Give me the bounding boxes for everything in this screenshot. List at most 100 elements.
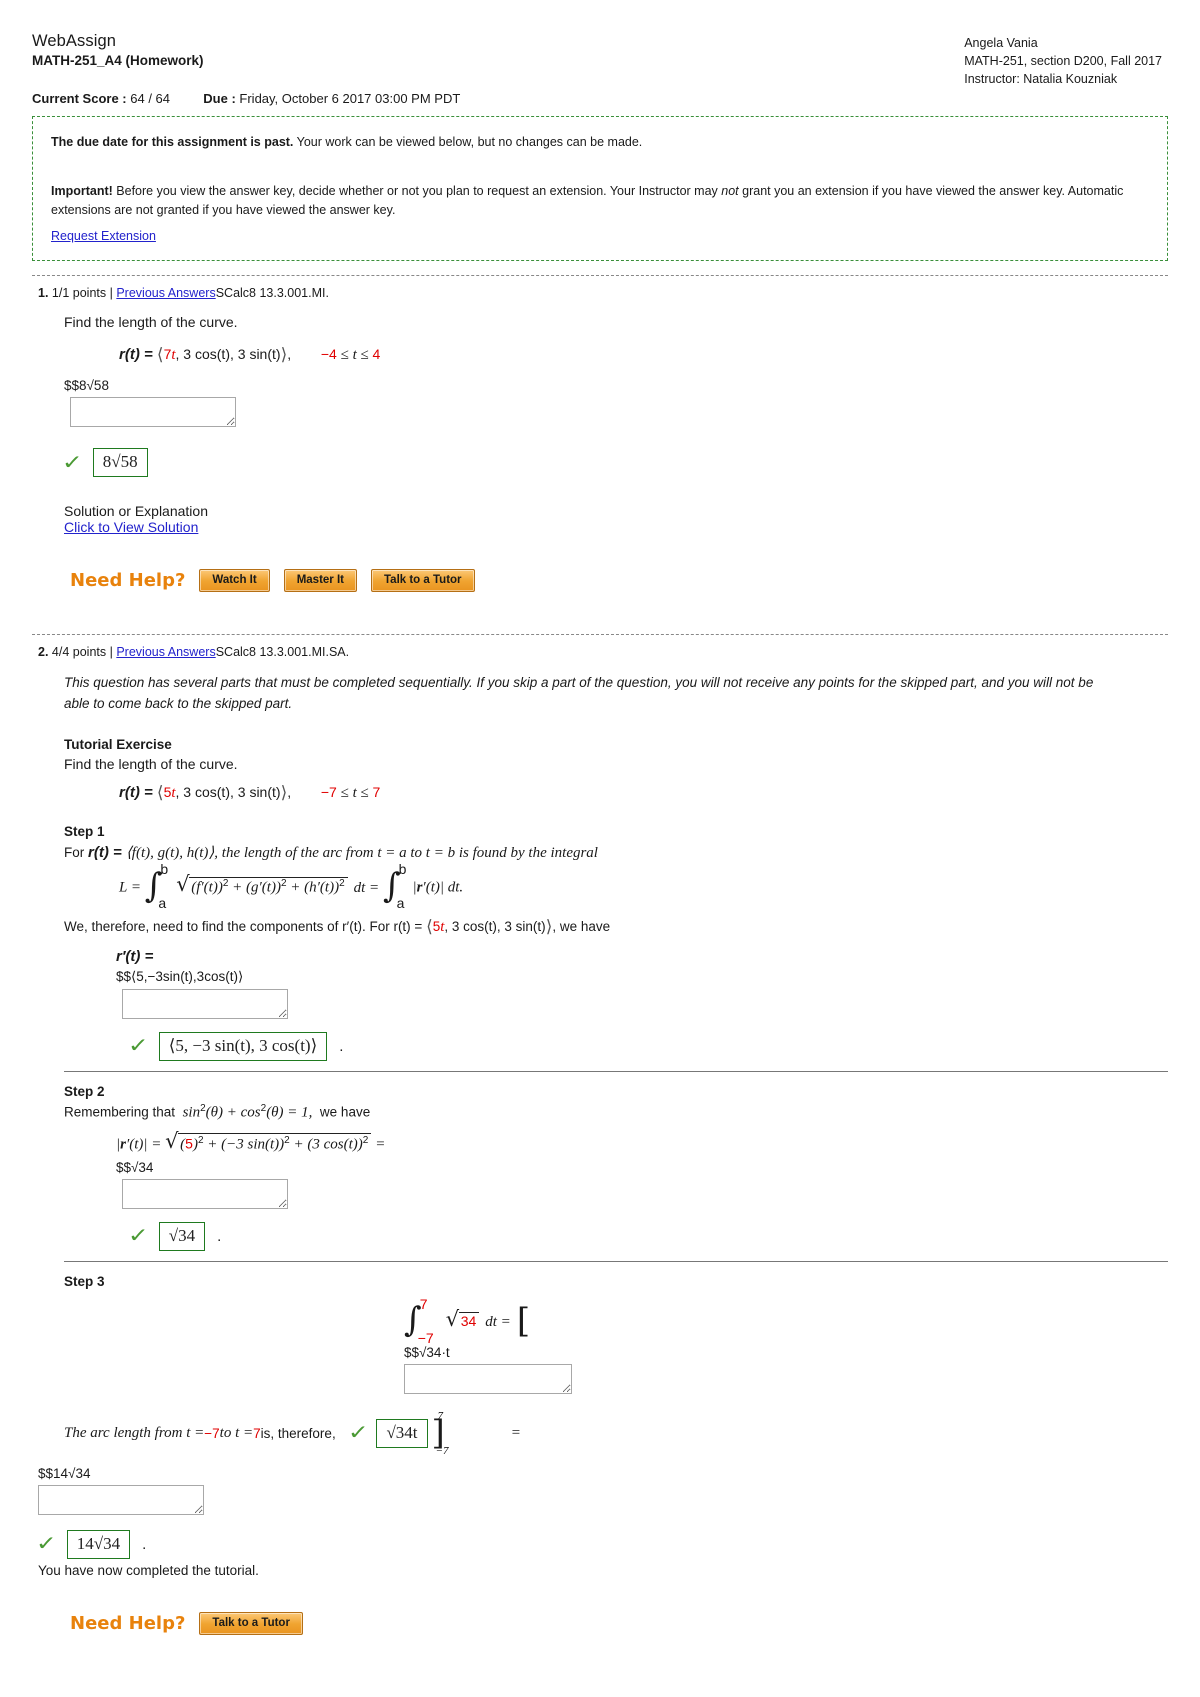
q2-step1-divider (64, 1070, 1168, 1072)
q2-completed-text: You have now completed the tutorial. (38, 1562, 259, 1578)
q2-step1-intro-a: For (64, 844, 89, 860)
q2-step2-radicand-coef: 5 (185, 1136, 193, 1152)
q1-need-help-label: Need Help? (70, 570, 186, 591)
q1-answer-input[interactable] (70, 397, 236, 427)
q2-step1-intro-b: , the length of the arc from t = a to t … (214, 844, 598, 861)
q2-step3-arc-row: The arc length from t = −7 to t = 7 is, … (64, 1409, 521, 1457)
q2-step3-final-equals: = (510, 1424, 521, 1441)
q1-watch-it-button[interactable]: Watch It (199, 569, 270, 592)
past-due-rest: Your work can be viewed below, but no ch… (293, 135, 643, 149)
q2-step1-rprime-label: r′(t) = (116, 947, 154, 965)
q2-step1-formula: L = ∫ba(f′(t))2 + (g′(t))2 + (h′(t))2dt … (119, 862, 1168, 910)
correct-check-icon: ✓ (127, 1035, 149, 1058)
q2-open-angle: ⟨ (156, 782, 164, 802)
q2-arc-text-b: to t = (219, 1424, 254, 1441)
q2-step1-intro: For r(t) = ⟨f(t), g(t), h(t)⟩, the lengt… (64, 843, 1168, 862)
q2-eq-rest: , 3 cos(t), 3 sin(t) (175, 783, 281, 800)
q2-step3-final-answer-row: ✓ 14√34 . (35, 1529, 1168, 1559)
important-message: Important! Before you view the answer ke… (51, 182, 1149, 220)
q2-formula-upper-2: b (398, 860, 407, 877)
due-label: Due : (203, 91, 236, 106)
question-1-problem-id: SCalc8 13.3.001.MI. (215, 286, 329, 300)
q2-step3-correct-answer-inline: √34t (376, 1418, 428, 1448)
q2-domain-hi: 7 (372, 783, 381, 800)
q2-domain-lo: −7 (320, 783, 337, 800)
q2-step1-answer-row: ✓ ⟨5, −3 sin(t), 3 cos(t)⟩ . (127, 1031, 1168, 1061)
q1-domain-mid: ≤ t ≤ (336, 347, 373, 363)
q2-step3-final-correct-answer: 14√34 (66, 1529, 131, 1559)
q2-need-help-label: Need Help? (70, 1612, 186, 1634)
correct-check-icon: ✓ (347, 1422, 369, 1444)
due-value: Friday, October 6 2017 03:00 PM PDT (239, 91, 461, 106)
q2-step3-title: Step 3 (64, 1273, 105, 1289)
q2-step3-answer-input[interactable] (404, 1363, 572, 1394)
q2-step1-components: ⟨f(t), g(t), h(t)⟩ (125, 844, 215, 861)
q2-step1-correct-answer: ⟨5, −3 sin(t), 3 cos(t)⟩ (158, 1031, 328, 1061)
q2-step1-after-vec: , 3 cos(t), 3 sin(t) (444, 918, 546, 934)
current-score-value: 64 / 64 (130, 91, 171, 106)
q2-step1-after-end: , we have (552, 918, 611, 934)
q2-eq-lhs: r(t) = (119, 783, 157, 801)
q2-comma: , (287, 783, 292, 800)
q2-step2-divider (64, 1260, 1168, 1262)
q1-need-help: Need Help? Watch It Master It Talk to a … (64, 569, 1168, 592)
q2-step1-answer-input[interactable] (122, 988, 288, 1019)
q2-step3-final-answer-input[interactable] (38, 1484, 204, 1515)
question-2-header: 2. 4/4 points | Previous AnswersSCalc8 1… (32, 635, 1168, 659)
q2-step2-answer-input[interactable] (122, 1178, 288, 1209)
question-2-previous-answers-link[interactable]: Previous Answers (116, 645, 215, 659)
q2-step1-after: We, therefore, need to find the componen… (64, 916, 611, 936)
webassign-logo: WebAssign (32, 32, 117, 50)
q2-step3-raw-answer: $$√34·t (404, 1344, 450, 1360)
q1-open-angle: ⟨ (156, 345, 164, 364)
q2-step1-intro-r: r(t) = (88, 843, 126, 861)
q2-talk-to-tutor-button[interactable]: Talk to a Tutor (199, 1611, 303, 1635)
q2-step1-raw-answer: $$⟨5,−3sin(t),3cos(t)⟩ (116, 968, 244, 984)
question-2-number: 2. (38, 645, 49, 659)
question-2-problem-id: SCalc8 13.3.001.MI.SA. (215, 645, 350, 659)
q2-step1-after-a: We, therefore, need to find the componen… (64, 918, 427, 934)
header-left: WebAssign MATH-251_A4 (Homework) (32, 30, 204, 68)
q2-step1-title: Step 1 (64, 823, 105, 839)
q1-view-solution-link[interactable]: Click to View Solution (64, 519, 198, 535)
past-due-message: The due date for this assignment is past… (51, 133, 1149, 152)
q1-eq-rest: , 3 cos(t), 3 sin(t) (175, 346, 281, 362)
score-due-line: Current Score : 64 / 64 Due : Friday, Oc… (32, 91, 1168, 110)
q2-arc-text-c: is, therefore, (260, 1425, 336, 1441)
q1-correct-answer: 8√58 (92, 448, 148, 477)
important-italic: not (721, 183, 739, 198)
question-1-prompt: Find the length of the curve. (64, 314, 238, 330)
header-right: Angela Vania MATH-251, section D200, Fal… (964, 34, 1162, 88)
q1-comma: , (287, 346, 292, 362)
important-bold: Important! (51, 183, 113, 198)
q1-domain-lo: −4 (320, 346, 337, 362)
q2-formula-abs: |r′(t)| dt. (412, 879, 464, 896)
q2-sequential-note: This question has several parts that mus… (64, 675, 1094, 711)
question-1-previous-answers-link[interactable]: Previous Answers (116, 286, 215, 300)
request-extension-link[interactable]: Request Extension (51, 229, 156, 243)
q2-arc-text-a: The arc length from t = (64, 1424, 205, 1441)
q1-talk-to-tutor-button[interactable]: Talk to a Tutor (371, 569, 475, 592)
correct-check-icon: ✓ (35, 1533, 57, 1555)
correct-check-icon: ✓ (61, 451, 83, 474)
course-section: MATH-251, section D200, Fall 2017 (964, 54, 1162, 69)
q1-master-it-button[interactable]: Master It (283, 569, 357, 592)
q2-eval-lower: −7 (435, 1444, 449, 1457)
question-1-points: 1/1 points | (51, 286, 113, 300)
q2-step3-final-period: . (142, 1535, 147, 1553)
assignment-page: WebAssign MATH-251_A4 (Homework) Angela … (0, 0, 1200, 1675)
q2-tutorial-title: Tutorial Exercise (64, 736, 172, 752)
q1-solution-title: Solution or Explanation (64, 503, 208, 519)
q1-eq-lhs: r(t) = (119, 346, 157, 363)
q2-close-angle: ⟩ (280, 782, 288, 802)
q2-step3-int-upper: 7 (419, 1295, 428, 1312)
past-due-notice: The due date for this assignment is past… (32, 116, 1168, 261)
q1-raw-answer: $$8√58 (64, 378, 109, 393)
q2-step3-dt: dt = (485, 1314, 511, 1331)
q2-arc-lo: −7 (204, 1425, 220, 1441)
past-due-bold: The due date for this assignment is past… (51, 135, 294, 149)
question-1-body: Find the length of the curve. r(t) = ⟨7t… (32, 300, 1168, 592)
q2-step2-intro: Remembering that sin2(θ) + cos2(θ) = 1, … (64, 1102, 371, 1121)
question-2-points: 4/4 points | (51, 645, 113, 659)
assignment-title: MATH-251_A4 (Homework) (32, 53, 204, 69)
